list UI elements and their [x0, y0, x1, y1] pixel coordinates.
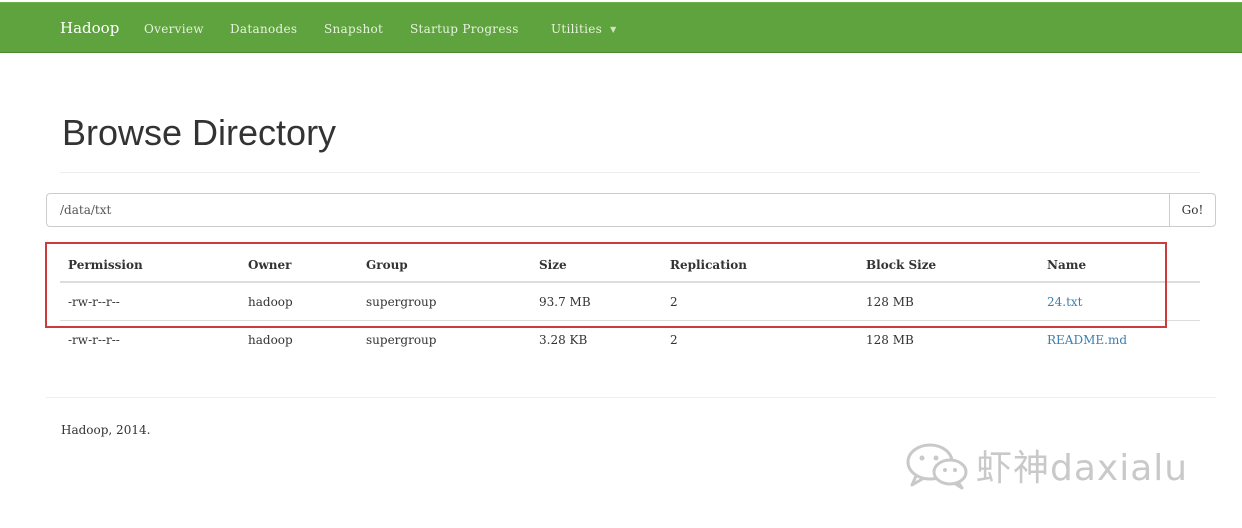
page-title: Browse Directory: [62, 112, 337, 153]
table-row: -rw-r--r-- hadoop supergroup 3.28 KB 2 1…: [60, 321, 1200, 359]
cell-permission: -rw-r--r--: [68, 333, 120, 347]
nav-utilities[interactable]: Utilities ▼: [551, 22, 617, 36]
navbar: Hadoop Overview Datanodes Snapshot Start…: [0, 2, 1242, 53]
header-permission[interactable]: Permission: [68, 258, 143, 272]
table-header-row: Permission Owner Group Size Replication …: [60, 245, 1200, 283]
cell-size: 3.28 KB: [539, 333, 588, 347]
footer-divider: [46, 397, 1216, 398]
file-link[interactable]: README.md: [1047, 333, 1127, 347]
chevron-down-icon: ▼: [610, 25, 617, 34]
table-row: -rw-r--r-- hadoop supergroup 93.7 MB 2 1…: [60, 283, 1200, 321]
header-block-size[interactable]: Block Size: [866, 258, 936, 272]
cell-block-size: 128 MB: [866, 295, 914, 309]
nav-utilities-label: Utilities: [551, 22, 603, 36]
wechat-icon: [906, 443, 968, 490]
header-owner[interactable]: Owner: [248, 258, 291, 272]
nav-startup-progress[interactable]: Startup Progress: [410, 22, 519, 36]
header-divider: [60, 172, 1200, 173]
watermark-text: 虾神daxialu: [976, 448, 1189, 489]
footer-text: Hadoop, 2014.: [61, 423, 151, 437]
nav-snapshot[interactable]: Snapshot: [324, 22, 383, 36]
cell-replication: 2: [670, 295, 678, 309]
go-button[interactable]: Go!: [1169, 193, 1216, 227]
cell-group: supergroup: [366, 333, 437, 347]
header-size[interactable]: Size: [539, 258, 567, 272]
nav-datanodes[interactable]: Datanodes: [230, 22, 297, 36]
nav-overview[interactable]: Overview: [144, 22, 204, 36]
cell-owner: hadoop: [248, 333, 293, 347]
cell-group: supergroup: [366, 295, 437, 309]
directory-path-input[interactable]: [46, 193, 1170, 227]
header-name[interactable]: Name: [1047, 258, 1086, 272]
brand-link[interactable]: Hadoop: [60, 19, 119, 37]
cell-owner: hadoop: [248, 295, 293, 309]
header-replication[interactable]: Replication: [670, 258, 747, 272]
cell-block-size: 128 MB: [866, 333, 914, 347]
cell-size: 93.7 MB: [539, 295, 591, 309]
header-group[interactable]: Group: [366, 258, 408, 272]
watermark: 虾神daxialu: [904, 440, 1188, 490]
file-table: Permission Owner Group Size Replication …: [60, 245, 1200, 359]
file-link[interactable]: 24.txt: [1047, 295, 1083, 309]
cell-permission: -rw-r--r--: [68, 295, 120, 309]
cell-replication: 2: [670, 333, 678, 347]
